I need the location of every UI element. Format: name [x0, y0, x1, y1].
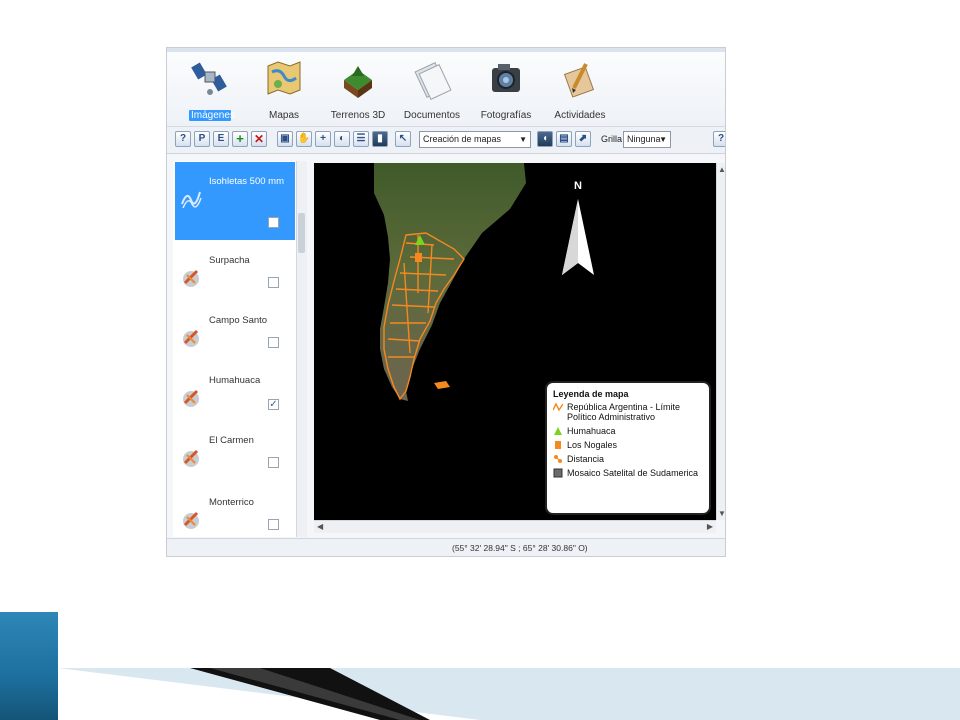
- map-toolbar: ? P E + ✕ ▣ ✋ + ◐ ☰ ▮ ↖ Creación de mapa…: [167, 127, 725, 154]
- ribbon-activities-button[interactable]: Actividades: [545, 58, 615, 124]
- grid-label: Grilla: [601, 134, 623, 144]
- map-icon: [267, 61, 301, 95]
- layer-name: Campo Santo: [209, 315, 268, 326]
- layer-name: Surpacha: [209, 255, 250, 266]
- coordinates-readout: (55° 32' 28.94" S ; 65° 28' 30.86" O): [452, 543, 588, 553]
- status-bar: (55° 32' 28.94" S ; 65° 28' 30.86" O): [167, 538, 725, 556]
- ribbon-terrain-3d-button[interactable]: Terrenos 3D: [323, 58, 393, 124]
- map-legend[interactable]: Leyenda de mapa República Argentina - Lí…: [545, 381, 711, 515]
- chevron-down-icon: ▼: [519, 135, 527, 144]
- layer-visibility-checkbox[interactable]: [268, 277, 279, 288]
- boundary-line-icon: [553, 402, 563, 412]
- legend-label: República Argentina - Límite Político Ad…: [567, 402, 681, 422]
- camera-icon: [492, 64, 520, 92]
- ribbon-documents-button[interactable]: Documentos: [397, 58, 467, 124]
- point-layer-icon: [183, 511, 199, 529]
- layer-item[interactable]: Monterrico: [175, 483, 295, 537]
- ribbon-label: Terrenos 3D: [330, 110, 386, 121]
- legend-label: Humahuaca: [567, 426, 616, 436]
- legend-item: República Argentina - Límite Político Ad…: [553, 402, 703, 422]
- point-layer-icon: [183, 389, 199, 407]
- raster-icon: [553, 468, 563, 478]
- scroll-left-icon[interactable]: ◀: [317, 522, 323, 531]
- map-view[interactable]: N Leyenda de mapa República Argentina - …: [314, 163, 716, 520]
- add-layer-button[interactable]: +: [232, 131, 248, 147]
- ribbon-label: Mapas: [268, 110, 299, 121]
- malvinas-islands: [434, 381, 450, 389]
- zoom-in-button[interactable]: +: [315, 131, 331, 147]
- scroll-up-icon[interactable]: ▲: [718, 165, 725, 174]
- ribbon-label: Fotografías: [480, 110, 532, 121]
- layer-info-button[interactable]: ?: [175, 131, 191, 147]
- layer-visibility-checkbox[interactable]: ✓: [268, 399, 279, 410]
- layer-name: Isohletas 500 mm: [209, 176, 284, 187]
- triangle-marker-icon: [554, 427, 562, 435]
- north-arrow: [562, 199, 594, 275]
- distance-icon: [554, 455, 562, 463]
- point-layer-icon: [183, 329, 199, 347]
- scroll-down-icon[interactable]: ▼: [718, 509, 725, 518]
- select-tool-button[interactable]: ↖: [395, 131, 411, 147]
- legend-title: Leyenda de mapa: [553, 389, 629, 399]
- legend-item: Distancia: [553, 454, 703, 464]
- application-window: Imágenes Mapas Terrenos 3D Documentos Fo…: [166, 47, 726, 557]
- map-vertical-scrollbar[interactable]: ▲ ▼: [716, 163, 725, 520]
- grid-select[interactable]: Ninguna ▼: [623, 131, 671, 148]
- layer-visibility-checkbox[interactable]: [268, 457, 279, 468]
- measure-button[interactable]: ◐: [334, 131, 350, 147]
- los-nogales-marker: [415, 253, 422, 262]
- scroll-right-icon[interactable]: ▶: [707, 522, 713, 531]
- save-button[interactable]: ▣: [277, 131, 293, 147]
- ribbon-label: Documentos: [403, 110, 461, 121]
- layer-visibility-checkbox[interactable]: [268, 519, 279, 530]
- mode-select-value: Creación de mapas: [423, 134, 502, 144]
- terrain-3d-icon: [344, 66, 372, 98]
- grid-select-value: Ninguna: [627, 134, 661, 144]
- ribbon-label: Imágenes: [189, 110, 235, 121]
- ribbon: Imágenes Mapas Terrenos 3D Documentos Fo…: [167, 52, 725, 127]
- documents-icon: [414, 61, 452, 100]
- south-america-landmass: [374, 163, 526, 401]
- isohyet-layer-icon: [181, 191, 202, 209]
- layer-list: Isohletas 500 mm Surpacha Campo Santo Hu…: [173, 161, 305, 537]
- ribbon-images-button[interactable]: Imágenes: [175, 58, 245, 124]
- square-marker-icon: [555, 441, 561, 449]
- mode-select[interactable]: Creación de mapas ▼: [419, 131, 531, 148]
- remove-layer-button[interactable]: ✕: [251, 131, 267, 147]
- compass-tool-button[interactable]: ◖: [537, 131, 553, 147]
- scrollbar-thumb[interactable]: [298, 213, 305, 253]
- layer-name: Monterrico: [209, 497, 254, 508]
- legend-item: Los Nogales: [553, 440, 703, 450]
- map-horizontal-scrollbar[interactable]: ◀ ▶: [314, 520, 716, 533]
- chevron-down-icon: ▼: [659, 135, 667, 144]
- layer-visibility-checkbox[interactable]: [268, 337, 279, 348]
- layer-list-scrollbar[interactable]: [296, 161, 307, 537]
- pan-hand-button[interactable]: ✋: [296, 131, 312, 147]
- north-label: N: [574, 180, 582, 192]
- layer-name: El Carmen: [209, 435, 254, 446]
- layer-visibility-checkbox[interactable]: [268, 217, 279, 228]
- ribbon-label: Actividades: [554, 110, 606, 121]
- legend-button[interactable]: ▮: [372, 131, 388, 147]
- help-button[interactable]: ?: [713, 131, 725, 147]
- activities-icon: [563, 63, 595, 98]
- legend-label: Distancia: [567, 454, 605, 464]
- layer-item[interactable]: Isohletas 500 mm: [175, 162, 295, 240]
- layer-export-button[interactable]: E: [213, 131, 229, 147]
- layer-name: Humahuaca: [209, 375, 261, 386]
- legend-label: Mosaico Satelital de Sudamerica: [567, 468, 699, 478]
- lines-button[interactable]: ☰: [353, 131, 369, 147]
- ribbon-maps-button[interactable]: Mapas: [249, 58, 319, 124]
- ribbon-photos-button[interactable]: Fotografías: [471, 58, 541, 124]
- slide-decoration-bottom: [58, 668, 960, 720]
- layer-properties-button[interactable]: P: [194, 131, 210, 147]
- point-layer-icon: [183, 269, 199, 287]
- legend-item: Humahuaca: [553, 426, 703, 436]
- satellite-icon: [191, 62, 227, 95]
- legend-item: Mosaico Satelital de Sudamerica: [553, 468, 703, 478]
- point-layer-icon: [183, 449, 199, 467]
- scale-bar-button[interactable]: ▤: [556, 131, 572, 147]
- north-arrow-button[interactable]: ⬈: [575, 131, 591, 147]
- legend-label: Los Nogales: [567, 440, 618, 450]
